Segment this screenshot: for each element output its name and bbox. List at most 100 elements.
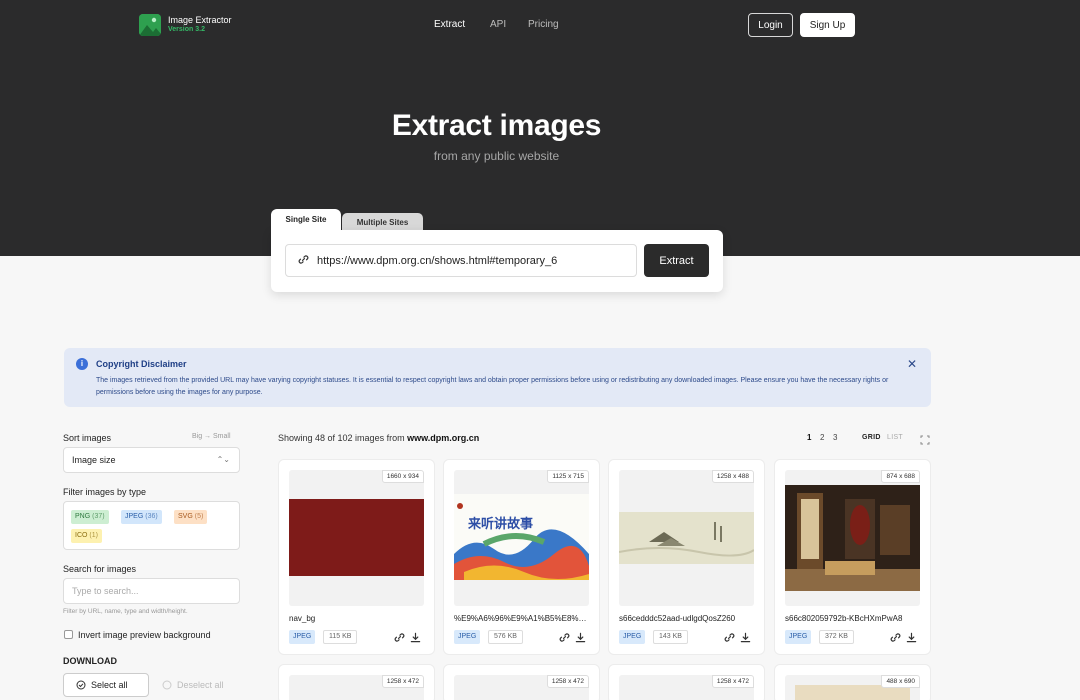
login-button[interactable]: Login xyxy=(748,13,793,37)
image-card[interactable]: 1258 x 472 xyxy=(278,664,435,700)
link-icon[interactable] xyxy=(559,630,570,648)
sort-select-value: Image size xyxy=(72,455,116,465)
results-summary: Showing 48 of 102 images from www.dpm.or… xyxy=(278,433,480,443)
image-thumbnail[interactable]: 874 x 688 xyxy=(785,470,920,606)
image-dimensions: 1258 x 472 xyxy=(546,675,589,688)
url-value: https://www.dpm.org.cn/shows.html#tempor… xyxy=(317,254,558,267)
image-card[interactable]: 来听讲故事 1125 x 715 %E9%A6%96%E9%A1%B5%E8%B… xyxy=(443,459,600,655)
nav-extract[interactable]: Extract xyxy=(434,19,465,30)
search-label: Search for images xyxy=(63,564,137,574)
image-thumbnail[interactable]: 来听讲故事 1125 x 715 xyxy=(454,470,589,606)
select-all-button[interactable]: Select all xyxy=(63,673,149,697)
image-card[interactable]: 1258 x 472 xyxy=(443,664,600,700)
search-hint: Filter by URL, name, type and width/heig… xyxy=(63,608,188,615)
disclaimer-body: The images retrieved from the provided U… xyxy=(96,377,889,396)
circle-icon xyxy=(162,680,172,690)
download-icon[interactable] xyxy=(906,630,917,648)
image-size-badge: 372 KB xyxy=(819,630,854,644)
image-thumbnail[interactable]: 1258 x 472 xyxy=(619,675,754,700)
image-dimensions: 1258 x 488 xyxy=(711,470,754,483)
image-thumbnail[interactable]: 1660 x 934 xyxy=(289,470,424,606)
check-circle-icon xyxy=(76,680,86,690)
sort-label: Sort images xyxy=(63,433,112,443)
filter-label: Filter images by type xyxy=(63,487,147,497)
image-search-input[interactable] xyxy=(63,578,240,604)
image-dimensions: 1258 x 472 xyxy=(711,675,754,688)
filter-chip-svg[interactable]: SVG (5) xyxy=(174,510,208,524)
image-dimensions: 1660 x 934 xyxy=(381,470,424,483)
download-icon[interactable] xyxy=(575,630,586,648)
filter-chip-png[interactable]: PNG (37) xyxy=(71,510,109,524)
image-dimensions: 488 x 690 xyxy=(881,675,920,688)
image-name: s66cedddc52aad-udlgdQosZ260 xyxy=(619,614,736,623)
type-filter-box: PNG (37) JPEG (36) SVG (5) ICO (1) xyxy=(63,501,240,550)
image-dimensions: 1125 x 715 xyxy=(547,470,589,483)
image-size-badge: 143 KB xyxy=(653,630,688,644)
invert-background-checkbox[interactable] xyxy=(64,630,73,639)
copyright-disclaimer: i Copyright Disclaimer The images retrie… xyxy=(64,348,931,407)
page-3[interactable]: 3 xyxy=(833,433,846,442)
image-card[interactable]: 1258 x 488 s66cedddc52aad-udlgdQosZ260 J… xyxy=(608,459,765,655)
view-list-toggle[interactable]: LIST xyxy=(887,434,903,441)
link-icon[interactable] xyxy=(724,630,735,648)
deselect-all-label: Deselect all xyxy=(177,680,224,690)
tab-single-site[interactable]: Single Site xyxy=(271,209,341,233)
image-type-badge: JPEG xyxy=(785,630,812,644)
results-domain: www.dpm.org.cn xyxy=(407,433,480,443)
hero-title: Extract images xyxy=(391,109,602,142)
filter-chip-jpeg[interactable]: JPEG (36) xyxy=(121,510,162,524)
image-name: s66c802059792b-KBcHXmPwA8 xyxy=(785,614,903,623)
url-search-card: https://www.dpm.org.cn/shows.html#tempor… xyxy=(271,230,723,292)
image-thumbnail[interactable]: 1258 x 488 xyxy=(619,470,754,606)
page-1[interactable]: 1 xyxy=(807,433,820,442)
view-grid-toggle[interactable]: GRID xyxy=(862,434,881,441)
nav-api[interactable]: API xyxy=(490,19,506,30)
link-icon[interactable] xyxy=(394,630,405,648)
app-name: Image Extractor xyxy=(168,15,232,25)
image-type-badge: JPEG xyxy=(289,630,316,644)
disclaimer-title: Copyright Disclaimer xyxy=(96,359,187,369)
signup-button[interactable]: Sign Up xyxy=(800,13,855,37)
brand[interactable]: Image Extractor Version 3.2 xyxy=(139,14,232,36)
nav-pricing[interactable]: Pricing xyxy=(528,19,559,30)
image-size-badge: 115 KB xyxy=(323,630,358,644)
image-thumbnail[interactable]: 1258 x 472 xyxy=(454,675,589,700)
image-card[interactable]: 1258 x 472 xyxy=(608,664,765,700)
image-size-badge: 576 KB xyxy=(488,630,523,644)
image-thumbnail[interactable]: 488 x 690 xyxy=(785,675,920,700)
download-icon[interactable] xyxy=(410,630,421,648)
chevron-updown-icon: ⌃⌄ xyxy=(216,455,230,464)
image-card[interactable]: 1660 x 934 nav_bg JPEG 115 KB xyxy=(278,459,435,655)
image-dimensions: 1258 x 472 xyxy=(381,675,424,688)
image-name: %E9%A6%96%E9%A1%B5%E8%BD%AE%E6%92%AD xyxy=(454,614,591,623)
image-thumbnail[interactable]: 1258 x 472 xyxy=(289,675,424,700)
svg-text:来听讲故事: 来听讲故事 xyxy=(467,516,533,532)
download-heading: DOWNLOAD xyxy=(63,656,117,666)
image-card[interactable]: 874 x 688 s66c802059792b-KBcHXmPwA8 JPEG… xyxy=(774,459,931,655)
image-type-badge: JPEG xyxy=(619,630,646,644)
link-icon xyxy=(298,254,309,268)
close-icon[interactable]: ✕ xyxy=(907,357,917,371)
info-icon: i xyxy=(76,358,88,370)
link-icon[interactable] xyxy=(890,630,901,648)
sort-direction-hint[interactable]: Big → Small xyxy=(192,433,231,440)
download-icon[interactable] xyxy=(740,630,751,648)
hero-subtitle: from any public website xyxy=(433,149,560,163)
select-area-icon[interactable] xyxy=(920,432,930,450)
image-dimensions: 874 x 688 xyxy=(881,470,920,483)
page-2[interactable]: 2 xyxy=(820,433,833,442)
select-all-label: Select all xyxy=(91,680,128,690)
hero-section: Image Extractor Version 3.2 Extract API … xyxy=(0,0,1080,256)
sort-select[interactable]: Image size ⌃⌄ xyxy=(63,447,240,473)
deselect-all-button[interactable]: Deselect all xyxy=(154,673,240,697)
image-card[interactable]: 488 x 690 xyxy=(774,664,931,700)
extract-button[interactable]: Extract xyxy=(644,244,709,277)
filter-chip-ico[interactable]: ICO (1) xyxy=(71,529,102,543)
invert-background-label: Invert image preview background xyxy=(78,630,211,640)
app-version: Version 3.2 xyxy=(168,26,205,33)
pagination: 1 2 3 xyxy=(807,433,846,442)
image-logo-icon xyxy=(139,14,161,36)
image-type-badge: JPEG xyxy=(454,630,481,644)
url-input[interactable]: https://www.dpm.org.cn/shows.html#tempor… xyxy=(285,244,637,277)
image-name: nav_bg xyxy=(289,614,316,623)
